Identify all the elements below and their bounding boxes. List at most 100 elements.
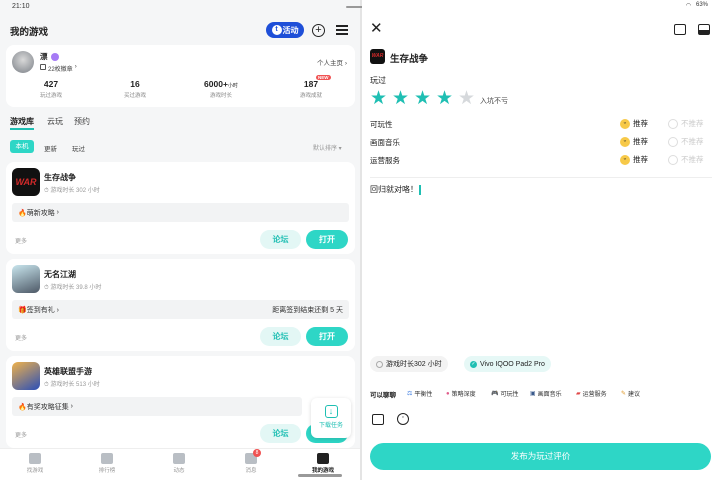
download-tasks-button[interactable]: ↓ 下载任务 [311,398,351,438]
aspect-label: 可玩性 [370,120,393,129]
played-label: 玩过 [370,76,386,85]
more-link[interactable]: 更多 [15,236,27,245]
open-button[interactable]: 打开 [306,327,348,346]
divider [370,177,712,178]
nav-find-game[interactable]: 找游戏 [15,453,55,474]
pin-icon: ● [446,390,450,397]
stat-played[interactable]: 427 玩过游戏 [26,79,76,99]
game-playtime: ⏱ 游戏时长 302 小时 [44,188,100,194]
aspect-recommend[interactable]: ᵕ 推荐 [620,154,648,165]
image-gallery-icon[interactable] [674,24,686,35]
game-card: WAR 生存战争 ⏱ 游戏时长 302 小时 🔥萌新攻略 › 更多 论坛 打开 [6,162,355,254]
my-games-icon [317,453,329,464]
add-icon[interactable]: + [312,24,325,37]
guide-strip[interactable]: 🔥萌新攻略 › [12,203,349,222]
game-icon-war: WAR [370,49,385,64]
nav-my-games[interactable]: 我的游戏 [303,453,343,474]
star-icon[interactable]: ★ [436,89,453,109]
forum-button[interactable]: 论坛 [260,230,301,249]
my-games-pane: 21:10 我的游戏 t 活动 + 漂 22枚徽章 › 个人主页 › 427 玩过游… [0,0,360,480]
topic-tag-suggestion[interactable]: ✎ 建议 [621,389,640,398]
bookmark-icon: ▰ [576,391,581,397]
status-time: 21:10 [12,3,30,10]
menu-icon[interactable] [336,25,348,35]
filter-update[interactable]: 更新 [44,143,57,153]
smile-icon: ᵕ [620,154,630,165]
publish-button[interactable]: 发布为玩过评价 [370,443,711,470]
activity-button[interactable]: t 活动 [266,22,304,38]
tab-reserve[interactable]: 预约 [74,116,90,127]
game-card: 英雄联盟手游 ⏱ 游戏时长 513 小时 🔥有奖攻略征集 › 更多 论坛 打开 [6,356,355,448]
filter-played[interactable]: 玩过 [72,143,85,153]
topic-tag-graphics-music[interactable]: ▣ 画面音乐 [530,389,562,398]
device-chip[interactable]: ✓ Vivo IQOO Pad2 Pro [464,356,551,372]
balance-icon: ⚖ [407,391,413,397]
check-icon: ✓ [470,360,477,368]
topic-tag-balance[interactable]: ⚖ 平衡性 [407,389,432,398]
radio-icon [376,360,383,368]
review-textarea[interactable]: 回归就对咯！ [370,184,712,344]
topic-tag-strategy[interactable]: ● 策略深度 [446,389,476,399]
guide-strip[interactable]: 🔥有奖攻略征集 › [12,397,302,416]
drafts-icon[interactable] [698,24,710,35]
user-name: 漂 [40,52,48,61]
achievements-link[interactable]: 22枚徽章 › [40,64,77,73]
profile-home-link[interactable]: 个人主页 › [317,57,347,67]
smile-icon: ᵕ [620,136,630,147]
insert-image-icon[interactable] [372,414,384,425]
forum-button[interactable]: 论坛 [260,327,301,346]
topic-tag-playability[interactable]: 🎮 可玩性 [491,389,519,398]
status-bar: ◠ 63% [686,2,708,9]
picture-icon: ▣ [530,391,536,397]
signin-strip[interactable]: 🎁签到有礼 › 距离签到结束还剩 5 天 [12,300,349,319]
more-link[interactable]: 更多 [15,333,27,342]
game-playtime: ⏱ 游戏时长 513 小时 [44,382,100,388]
nav-ranking[interactable]: 排行榜 [87,453,127,474]
stat-bought[interactable]: 16 买过游戏 [110,79,160,99]
topics-title: 可以聊聊 [370,392,396,399]
filter-local[interactable]: 本机 [10,140,34,153]
star-icon[interactable]: ★ [458,89,475,109]
badge-icon [40,64,46,70]
topic-tag-operations[interactable]: ▰ 运营服务 [576,389,607,398]
avatar[interactable] [12,51,34,73]
aspect-recommend[interactable]: ᵕ 推荐 [620,136,648,147]
tab-library[interactable]: 游戏库 [10,116,34,130]
level-badge-icon [50,52,59,61]
game-icon-wuming[interactable] [12,265,40,293]
activity-logo-icon: t [271,25,282,35]
download-icon: ↓ [324,405,338,418]
forum-button[interactable]: 论坛 [260,424,301,443]
neutral-face-icon [668,136,678,147]
more-link[interactable]: 更多 [15,430,27,439]
star-icon[interactable]: ★ [414,89,431,109]
nav-messages[interactable]: 8 消息 [231,449,271,474]
aspect-not-recommend[interactable]: 不推荐 [668,136,704,147]
neutral-face-icon [668,154,678,165]
rating-text: 入坑不亏 [480,98,508,105]
aspect-not-recommend[interactable]: 不推荐 [668,118,704,129]
nav-feed[interactable]: 动态 [159,453,199,474]
aspect-not-recommend[interactable]: 不推荐 [668,154,704,165]
open-button[interactable]: 打开 [306,230,348,249]
playtime-chip[interactable]: 游戏时长302 小时 [370,356,448,372]
game-name: 生存战争 [44,173,76,182]
game-icon-war[interactable]: WAR [12,168,40,196]
aspect-recommend[interactable]: ᵕ 推荐 [620,118,648,129]
game-playtime: ⏱ 游戏时长 39.8 小时 [44,285,102,291]
sort-dropdown[interactable]: 默认排序 ▾ [313,143,342,152]
game-icon-lol[interactable] [12,362,40,390]
close-icon[interactable]: ✕ [370,21,383,36]
ranking-icon [101,453,113,464]
new-badge: NEW [316,75,331,80]
game-name: 英雄联盟手游 [44,367,92,376]
stat-playtime[interactable]: 6000+小时 游戏时长 [196,79,246,99]
review-editor-pane: ◠ 63% ✕ WAR 生存战争 玩过 ★ ★ ★ ★ ★ 入坑不亏 可玩性 ᵕ 推荐 不推… [362,0,720,480]
tab-cloud[interactable]: 云玩 [47,116,63,127]
battery-level: 63% [695,2,708,8]
stat-achievements[interactable]: 187 NEW 游戏成就 [286,75,336,99]
game-card: 无名江湖 ⏱ 游戏时长 39.8 小时 🎁签到有礼 › 距离签到结束还剩 5 天 … [6,259,355,351]
star-icon[interactable]: ★ [370,89,387,109]
star-icon[interactable]: ★ [392,89,409,109]
emoji-icon[interactable]: ᵕ [397,413,409,425]
